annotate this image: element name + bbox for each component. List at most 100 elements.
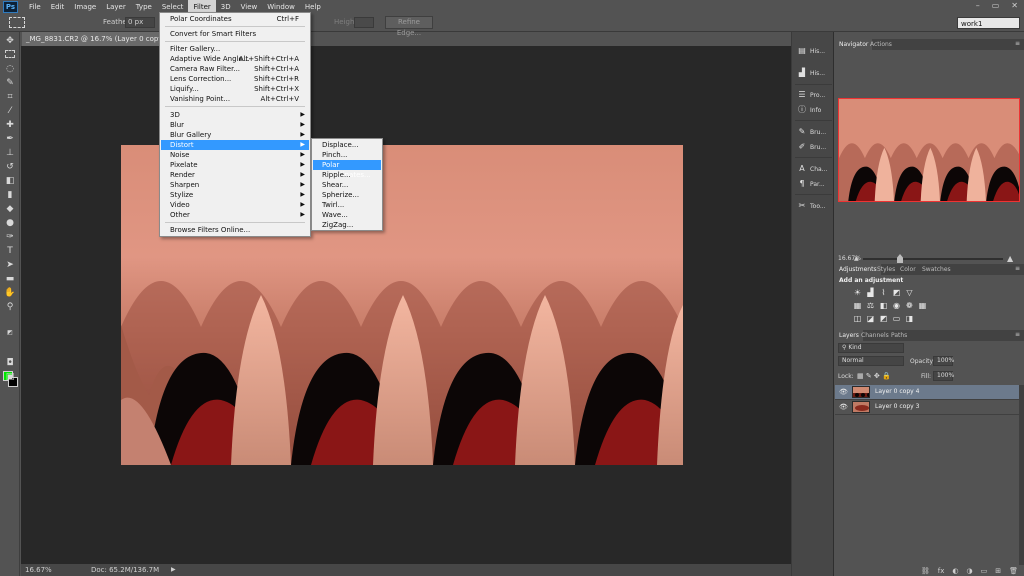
zoom-in-icon[interactable]: ▲ xyxy=(1007,254,1013,263)
menu-item-browse-filters-online[interactable]: Browse Filters Online... xyxy=(161,225,309,235)
menu-item-sharpen[interactable]: Sharpen ▶ xyxy=(161,180,309,190)
panel-character[interactable]: A Cha... xyxy=(797,162,831,176)
panel-brush-presets[interactable]: ✐ Bru... xyxy=(797,140,831,154)
brush-tool-icon[interactable]: ✒ xyxy=(4,134,16,144)
menu-item-convert-smart-filters[interactable]: Convert for Smart Filters xyxy=(161,29,309,39)
brightness-icon[interactable]: ☀ xyxy=(853,288,862,297)
workspace-select[interactable]: work1 xyxy=(957,17,1020,29)
hand-tool-icon[interactable]: ✋ xyxy=(4,288,16,298)
menu-item-wave[interactable]: Wave... xyxy=(313,210,381,220)
gradient-tool-icon[interactable]: ▮ xyxy=(4,190,16,200)
link-layers-icon[interactable]: ⛓ xyxy=(921,566,930,576)
quick-select-tool-icon[interactable]: ✎ xyxy=(4,78,16,88)
panel-menu-icon[interactable]: ≡ xyxy=(1015,40,1020,47)
menu-item-3d[interactable]: 3D ▶ xyxy=(161,110,309,120)
status-zoom[interactable]: 16.67% xyxy=(25,564,52,576)
tab-actions[interactable]: Actions xyxy=(866,39,896,50)
menu-item-camera-raw-filter[interactable]: Camera Raw Filter... Shift+Ctrl+A xyxy=(161,64,309,74)
menu-item-noise[interactable]: Noise ▶ xyxy=(161,150,309,160)
menu-item-blur-gallery[interactable]: Blur Gallery ▶ xyxy=(161,130,309,140)
history-brush-tool-icon[interactable]: ↺ xyxy=(4,162,16,172)
move-tool-icon[interactable]: ✥ xyxy=(4,36,16,46)
menu-item-zigzag[interactable]: ZigZag... xyxy=(313,220,381,230)
black-white-icon[interactable]: ◧ xyxy=(879,301,888,310)
clone-stamp-tool-icon[interactable]: ⊥ xyxy=(4,148,16,158)
blur-tool-icon[interactable]: ◆ xyxy=(4,204,16,214)
status-menu-arrow-icon[interactable]: ▶ xyxy=(171,564,176,576)
quick-mask-icon[interactable]: ◘ xyxy=(4,358,16,368)
menu-edit[interactable]: Edit xyxy=(46,0,70,14)
blend-mode-select[interactable]: Normal xyxy=(838,356,904,366)
healing-brush-tool-icon[interactable]: ✚ xyxy=(4,120,16,130)
menu-item-displace[interactable]: Displace... xyxy=(313,140,381,150)
menu-image[interactable]: Image xyxy=(69,0,101,14)
panel-brush[interactable]: ✎ Bru... xyxy=(797,125,831,139)
menu-item-distort[interactable]: Distort ▶ xyxy=(161,140,309,150)
menu-item-spherize[interactable]: Spherize... xyxy=(313,190,381,200)
layer-filter-kind-select[interactable]: ⚲ Kind xyxy=(838,343,904,353)
menu-item-filter-gallery[interactable]: Filter Gallery... xyxy=(161,44,309,54)
eye-icon[interactable]: 👁 xyxy=(839,388,848,396)
lasso-tool-icon[interactable]: ◌ xyxy=(4,64,16,74)
fill-input[interactable]: 100% xyxy=(933,371,954,381)
color-balance-icon[interactable]: ⚖ xyxy=(866,301,875,310)
shape-tool-icon[interactable]: ▬ xyxy=(4,274,16,284)
menu-item-shear[interactable]: Shear... xyxy=(313,180,381,190)
lock-icons[interactable]: ▦ ✎ ✥ 🔒 xyxy=(857,372,891,380)
threshold-icon[interactable]: ◩ xyxy=(879,314,888,323)
menu-item-polar-coordinates[interactable]: Polar Coordinates... xyxy=(313,160,381,179)
path-selection-tool-icon[interactable]: ➤ xyxy=(4,260,16,270)
add-mask-icon[interactable]: ◐ xyxy=(952,566,958,576)
crop-tool-icon[interactable]: ⌗ xyxy=(4,92,16,102)
menu-item-last-filter[interactable]: Polar Coordinates Ctrl+F xyxy=(161,14,309,24)
close-button[interactable]: ✕ xyxy=(1011,1,1018,10)
marquee-tool-preset-icon[interactable] xyxy=(9,17,25,28)
menu-item-lens-correction[interactable]: Lens Correction... Shift+Ctrl+R xyxy=(161,74,309,84)
menu-item-blur[interactable]: Blur ▶ xyxy=(161,120,309,130)
menu-item-render[interactable]: Render ▶ xyxy=(161,170,309,180)
exposure-icon[interactable]: ◩ xyxy=(892,288,901,297)
opacity-input[interactable]: 100% xyxy=(933,356,954,366)
pen-tool-icon[interactable]: ✑ xyxy=(4,232,16,242)
menu-item-stylize[interactable]: Stylize ▶ xyxy=(161,190,309,200)
tab-paths[interactable]: Paths xyxy=(887,330,911,341)
selective-color-icon[interactable]: ◨ xyxy=(905,314,914,323)
layer-row[interactable]: 👁 Layer 0 copy 4 xyxy=(835,385,1024,400)
feather-input[interactable]: 0 px xyxy=(125,17,155,28)
gradient-map-icon[interactable]: ▭ xyxy=(892,314,901,323)
layer-style-icon[interactable]: fx xyxy=(938,566,945,576)
vibrance-icon[interactable]: ▽ xyxy=(905,288,914,297)
new-layer-icon[interactable]: ⊞ xyxy=(995,566,1001,576)
adjustment-layer-icon[interactable]: ◑ xyxy=(967,566,973,576)
menu-item-vanishing-point[interactable]: Vanishing Point... Alt+Ctrl+V xyxy=(161,94,309,104)
panel-properties[interactable]: ☰ Pro... xyxy=(797,88,831,102)
new-group-icon[interactable]: ▭ xyxy=(981,566,988,576)
tab-swatches[interactable]: Swatches xyxy=(918,264,955,275)
menu-item-pinch[interactable]: Pinch... xyxy=(313,150,381,160)
panel-histogram[interactable]: ▟ His... xyxy=(797,66,831,80)
posterize-icon[interactable]: ◪ xyxy=(866,314,875,323)
invert-icon[interactable]: ◫ xyxy=(853,314,862,323)
navigator-thumbnail[interactable] xyxy=(838,98,1020,202)
eraser-tool-icon[interactable]: ◧ xyxy=(4,176,16,186)
height-input[interactable] xyxy=(354,17,374,28)
default-colors-icon[interactable]: ◩ xyxy=(4,328,16,338)
menu-item-video[interactable]: Video ▶ xyxy=(161,200,309,210)
navigator-zoom-slider[interactable] xyxy=(863,258,1003,260)
zoom-tool-icon[interactable]: ⚲ xyxy=(4,302,16,312)
panel-tool-presets[interactable]: ✂ Too... xyxy=(797,199,831,213)
photo-filter-icon[interactable]: ◉ xyxy=(892,301,901,310)
document-tab[interactable]: _MG_8831.CR2 @ 16.7% (Layer 0 copy 4, RG… xyxy=(22,32,162,46)
maximize-button[interactable]: ▭ xyxy=(992,1,1000,10)
zoom-slider-handle[interactable] xyxy=(897,254,903,263)
hue-saturation-icon[interactable]: ▦ xyxy=(853,301,862,310)
menu-layer[interactable]: Layer xyxy=(101,0,131,14)
menu-file[interactable]: File xyxy=(24,0,46,14)
menu-item-adaptive-wide-angle[interactable]: Adaptive Wide Angle... Alt+Shift+Ctrl+A xyxy=(161,54,309,64)
menu-item-pixelate[interactable]: Pixelate ▶ xyxy=(161,160,309,170)
tab-color[interactable]: Color xyxy=(896,264,920,275)
panel-menu-icon[interactable]: ≡ xyxy=(1015,265,1020,272)
eyedropper-tool-icon[interactable]: ⁄ xyxy=(4,106,16,116)
layers-scrollbar[interactable] xyxy=(1019,385,1024,565)
curves-icon[interactable]: ⌇ xyxy=(879,288,888,297)
